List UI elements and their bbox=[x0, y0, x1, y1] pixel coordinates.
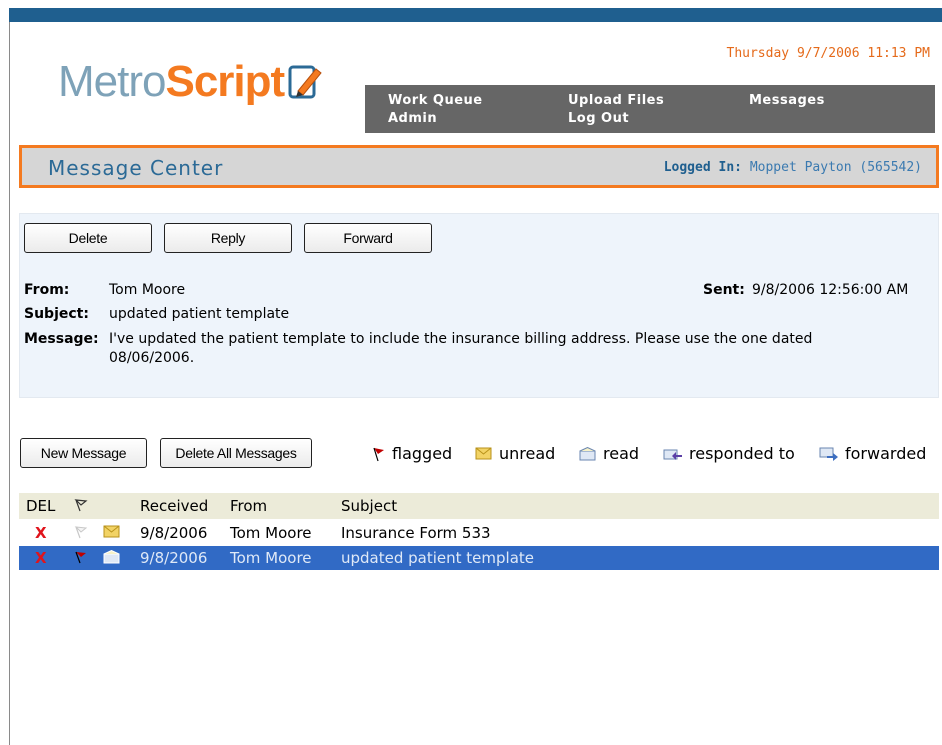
forward-button[interactable]: Forward bbox=[304, 223, 432, 253]
envelope-open-icon bbox=[579, 446, 596, 460]
nav-messages[interactable]: Messages bbox=[749, 93, 825, 108]
logged-in-user: Moppet Payton (565542) bbox=[749, 160, 922, 175]
envelope-closed-icon bbox=[475, 447, 492, 459]
main-nav: Work Queue Admin Upload Files Log Out Me… bbox=[365, 85, 935, 133]
sent-label: Sent: bbox=[703, 282, 745, 298]
legend-forwarded: forwarded bbox=[819, 444, 926, 463]
legend-unread: unread bbox=[475, 444, 555, 463]
nav-work-queue[interactable]: Work Queue bbox=[388, 93, 483, 108]
message-body-line2: 08/06/2006. bbox=[109, 350, 195, 366]
message-body-line1: I've updated the patient template to inc… bbox=[109, 331, 813, 347]
row-received: 9/8/2006 bbox=[140, 549, 208, 567]
flag-toggle-icon[interactable] bbox=[74, 550, 88, 568]
logo-text-metro: Metro bbox=[58, 57, 166, 106]
legend-forwarded-label: forwarded bbox=[845, 444, 927, 463]
column-header-from[interactable]: From bbox=[230, 497, 267, 515]
delete-row-button[interactable]: X bbox=[35, 549, 47, 567]
from-label: From: bbox=[24, 282, 70, 298]
row-subject[interactable]: Insurance Form 533 bbox=[341, 524, 491, 542]
sent-value: 9/8/2006 12:56:00 AM bbox=[752, 282, 909, 298]
column-header-subject[interactable]: Subject bbox=[341, 497, 397, 515]
legend-responded-label: responded to bbox=[689, 444, 795, 463]
envelope-reply-icon bbox=[663, 449, 682, 460]
delete-button[interactable]: Delete bbox=[24, 223, 152, 253]
logo-text-script: Script bbox=[165, 57, 285, 106]
row-from: Tom Moore bbox=[230, 549, 312, 567]
legend-read-label: read bbox=[603, 444, 640, 463]
envelope-closed-icon bbox=[103, 525, 121, 543]
nav-admin[interactable]: Admin bbox=[388, 111, 437, 126]
flag-icon bbox=[373, 447, 384, 461]
nav-log-out[interactable]: Log Out bbox=[568, 111, 629, 126]
current-datetime: Thursday 9/7/2006 11:13 PM bbox=[726, 46, 931, 61]
nav-upload-files[interactable]: Upload Files bbox=[568, 93, 664, 108]
envelope-open-icon bbox=[103, 549, 121, 568]
legend-read: read bbox=[579, 444, 639, 463]
table-row[interactable]: X 9/8/2006 Tom Moore Insurance Form 533 bbox=[19, 521, 939, 545]
message-center-bar: Message Center Logged In: Moppet Payton … bbox=[19, 145, 939, 188]
row-subject[interactable]: updated patient template bbox=[341, 549, 534, 567]
reply-button[interactable]: Reply bbox=[164, 223, 292, 253]
column-header-received[interactable]: Received bbox=[140, 497, 208, 515]
table-row-selected[interactable]: X 9/8/2006 Tom Moore updated patient tem… bbox=[19, 546, 939, 570]
column-header-del[interactable]: DEL bbox=[26, 497, 55, 515]
legend-flagged: flagged bbox=[372, 444, 452, 463]
envelope-forward-icon bbox=[819, 447, 838, 461]
subject-label: Subject: bbox=[24, 306, 89, 322]
row-received: 9/8/2006 bbox=[140, 524, 208, 542]
top-accent-bar bbox=[9, 8, 942, 22]
legend-flagged-label: flagged bbox=[392, 444, 453, 463]
flag-column-icon[interactable] bbox=[74, 498, 88, 516]
legend-unread-label: unread bbox=[499, 444, 556, 463]
metroscript-logo: Metro Script bbox=[58, 52, 322, 112]
logged-in-label: Logged In: bbox=[663, 160, 742, 175]
page-title: Message Center bbox=[48, 156, 224, 180]
flag-toggle-icon[interactable] bbox=[74, 525, 88, 543]
row-from: Tom Moore bbox=[230, 524, 312, 542]
delete-all-messages-button[interactable]: Delete All Messages bbox=[160, 438, 312, 468]
delete-row-button[interactable]: X bbox=[35, 524, 47, 542]
message-list-header: DEL Received From Subject bbox=[19, 493, 939, 519]
pencil-pad-icon bbox=[288, 63, 322, 101]
legend-responded: responded to bbox=[663, 444, 795, 463]
message-label: Message: bbox=[24, 331, 99, 347]
subject-value: updated patient template bbox=[109, 306, 290, 322]
from-value: Tom Moore bbox=[109, 282, 186, 298]
logged-in-info: Logged In: Moppet Payton (565542) bbox=[664, 160, 922, 175]
new-message-button[interactable]: New Message bbox=[20, 438, 147, 468]
